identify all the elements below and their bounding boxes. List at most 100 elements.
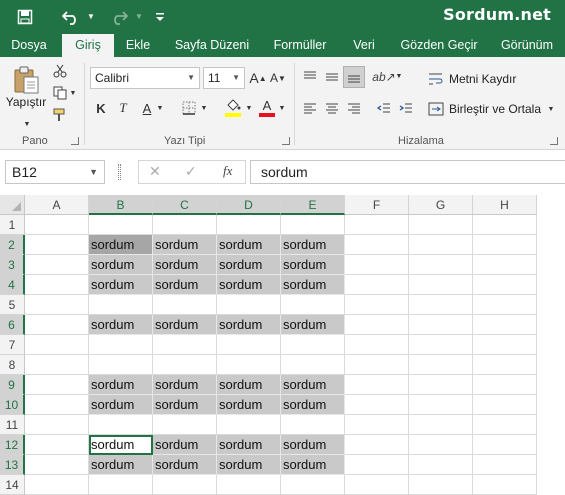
- bold-button[interactable]: K: [94, 99, 108, 117]
- name-box[interactable]: B12 ▼: [5, 160, 105, 184]
- formula-input[interactable]: sordum: [250, 160, 565, 184]
- row-header-7[interactable]: 7: [0, 335, 25, 355]
- increase-indent-icon[interactable]: [396, 99, 416, 119]
- row-header-12[interactable]: 12: [0, 435, 25, 455]
- save-icon[interactable]: [10, 0, 40, 33]
- decrease-indent-icon[interactable]: [374, 99, 394, 119]
- row-header-8[interactable]: 8: [0, 355, 25, 375]
- cell-a2[interactable]: [25, 235, 89, 255]
- copy-icon[interactable]: [52, 85, 68, 101]
- cell-d2[interactable]: sordum: [217, 235, 281, 255]
- align-left-icon[interactable]: [300, 99, 320, 119]
- orientation-icon[interactable]: ab↗: [372, 67, 395, 87]
- cell-g10[interactable]: [409, 395, 473, 415]
- orientation-dropdown-icon[interactable]: ▼: [394, 71, 404, 81]
- cell-b5[interactable]: [89, 295, 153, 315]
- cell-h5[interactable]: [473, 295, 537, 315]
- cell-b12[interactable]: sordum: [89, 435, 153, 455]
- cell-e3[interactable]: sordum: [281, 255, 345, 275]
- cell-f2[interactable]: [345, 235, 409, 255]
- row-header-3[interactable]: 3: [0, 255, 25, 275]
- cell-e6[interactable]: sordum: [281, 315, 345, 335]
- cell-h14[interactable]: [473, 475, 537, 495]
- cell-a1[interactable]: [25, 215, 89, 235]
- cell-d6[interactable]: sordum: [217, 315, 281, 335]
- cell-g9[interactable]: [409, 375, 473, 395]
- cell-f1[interactable]: [345, 215, 409, 235]
- cell-h11[interactable]: [473, 415, 537, 435]
- tab-veri[interactable]: Veri: [346, 33, 382, 57]
- cell-g3[interactable]: [409, 255, 473, 275]
- tab-giris[interactable]: Giriş: [62, 34, 114, 57]
- cell-f8[interactable]: [345, 355, 409, 375]
- cell-g4[interactable]: [409, 275, 473, 295]
- cell-f5[interactable]: [345, 295, 409, 315]
- cell-c2[interactable]: sordum: [153, 235, 217, 255]
- cell-g14[interactable]: [409, 475, 473, 495]
- row-header-4[interactable]: 4: [0, 275, 25, 295]
- cell-g2[interactable]: [409, 235, 473, 255]
- cell-e2[interactable]: sordum: [281, 235, 345, 255]
- cancel-icon[interactable]: ✕: [149, 163, 161, 180]
- cell-h7[interactable]: [473, 335, 537, 355]
- tab-gorunum[interactable]: Görünüm: [494, 33, 560, 57]
- cell-b7[interactable]: [89, 335, 153, 355]
- cell-g5[interactable]: [409, 295, 473, 315]
- cell-h12[interactable]: [473, 435, 537, 455]
- cell-c6[interactable]: sordum: [153, 315, 217, 335]
- align-right-icon[interactable]: [344, 99, 364, 119]
- cell-a8[interactable]: [25, 355, 89, 375]
- cell-e4[interactable]: sordum: [281, 275, 345, 295]
- cell-h13[interactable]: [473, 455, 537, 475]
- cell-e10[interactable]: sordum: [281, 395, 345, 415]
- cell-c8[interactable]: [153, 355, 217, 375]
- cell-h1[interactable]: [473, 215, 537, 235]
- grow-font-button[interactable]: A ▲: [249, 69, 266, 87]
- cell-c10[interactable]: sordum: [153, 395, 217, 415]
- cell-f10[interactable]: [345, 395, 409, 415]
- row-header-13[interactable]: 13: [0, 455, 25, 475]
- cut-icon[interactable]: [52, 63, 68, 79]
- insert-function-icon[interactable]: fx: [223, 163, 232, 179]
- cell-b6[interactable]: sordum: [89, 315, 153, 335]
- cell-e13[interactable]: sordum: [281, 455, 345, 475]
- cell-a7[interactable]: [25, 335, 89, 355]
- cell-c13[interactable]: sordum: [153, 455, 217, 475]
- cell-f12[interactable]: [345, 435, 409, 455]
- column-header-h[interactable]: H: [473, 195, 537, 215]
- copy-dropdown-icon[interactable]: ▼: [68, 88, 78, 98]
- align-center-icon[interactable]: [322, 99, 342, 119]
- align-bottom-icon[interactable]: [343, 66, 365, 88]
- cell-b1[interactable]: [89, 215, 153, 235]
- cell-c12[interactable]: sordum: [153, 435, 217, 455]
- borders-icon[interactable]: [180, 99, 198, 117]
- cell-g11[interactable]: [409, 415, 473, 435]
- cell-a6[interactable]: [25, 315, 89, 335]
- cell-f9[interactable]: [345, 375, 409, 395]
- cell-h3[interactable]: [473, 255, 537, 275]
- cell-f4[interactable]: [345, 275, 409, 295]
- cell-g13[interactable]: [409, 455, 473, 475]
- redo-dropdown-icon[interactable]: ▼: [132, 0, 146, 33]
- font-color-dropdown-icon[interactable]: ▼: [277, 103, 287, 113]
- column-header-b[interactable]: B: [89, 195, 153, 215]
- cell-c11[interactable]: [153, 415, 217, 435]
- cell-d1[interactable]: [217, 215, 281, 235]
- formula-bar-grip[interactable]: [118, 164, 121, 180]
- tab-gozden-gecir[interactable]: Gözden Geçir: [398, 33, 480, 57]
- cell-g8[interactable]: [409, 355, 473, 375]
- cell-e5[interactable]: [281, 295, 345, 315]
- cell-g1[interactable]: [409, 215, 473, 235]
- column-header-d[interactable]: D: [217, 195, 281, 215]
- cell-b8[interactable]: [89, 355, 153, 375]
- borders-dropdown-icon[interactable]: ▼: [199, 103, 209, 113]
- cell-a12[interactable]: [25, 435, 89, 455]
- shrink-font-button[interactable]: A ▼: [270, 69, 286, 87]
- cell-h9[interactable]: [473, 375, 537, 395]
- fill-color-button[interactable]: [222, 97, 244, 119]
- paste-button[interactable]: Yapıştır: [4, 61, 48, 113]
- cell-a14[interactable]: [25, 475, 89, 495]
- cell-d3[interactable]: sordum: [217, 255, 281, 275]
- cell-h6[interactable]: [473, 315, 537, 335]
- font-launcher-icon[interactable]: [282, 137, 290, 145]
